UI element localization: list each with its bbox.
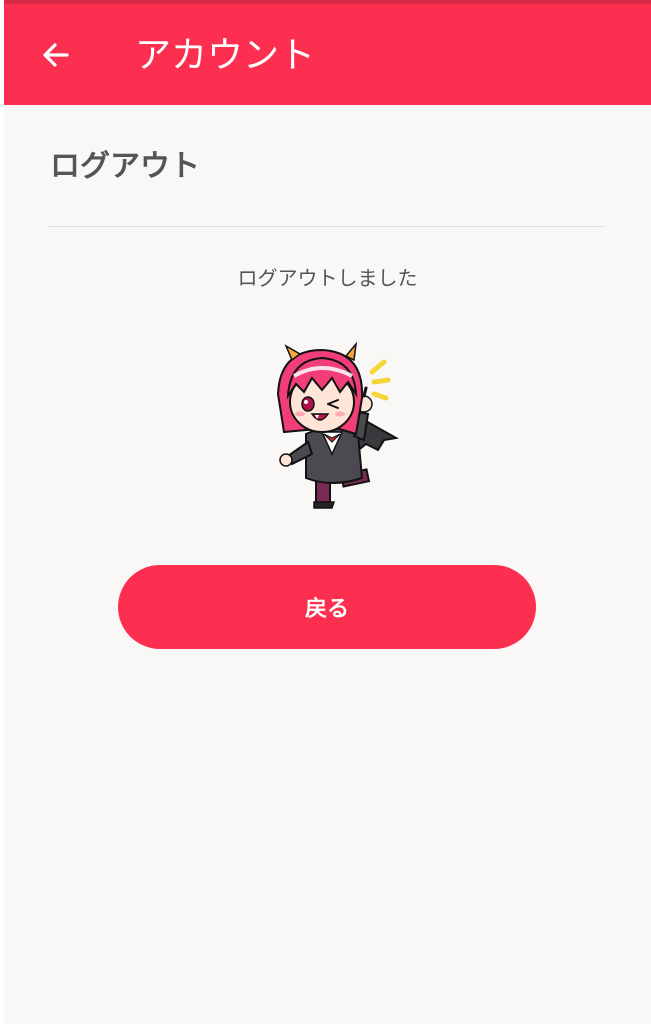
section-title: ログアウト: [50, 149, 200, 184]
back-button[interactable]: 戻る: [118, 565, 536, 649]
app-bar: アカウント: [4, 4, 651, 105]
divider: [48, 226, 606, 227]
arrow-left-icon: [43, 43, 69, 67]
window-edge: [0, 0, 4, 1024]
logout-message: ログアウトしました: [237, 266, 418, 290]
page-title: アカウント: [135, 35, 316, 76]
mascot-image: [276, 342, 399, 509]
back-nav-button[interactable]: [30, 29, 82, 81]
